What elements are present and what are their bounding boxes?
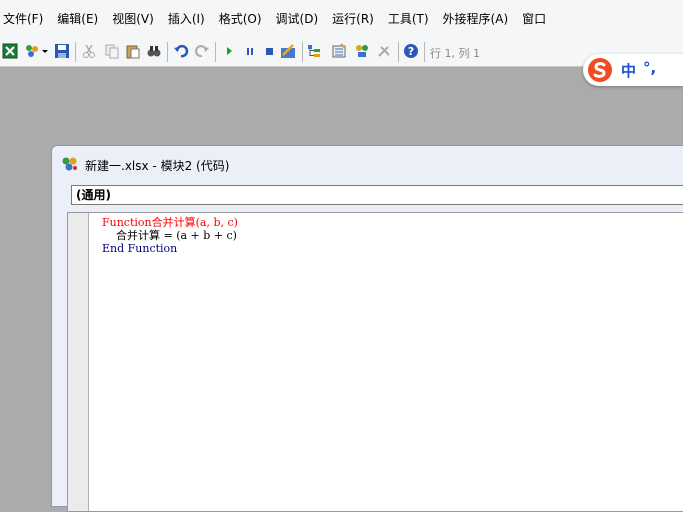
menu-tools[interactable]: 工具(T) <box>381 0 436 38</box>
ime-punct-label[interactable]: °, <box>643 59 656 77</box>
menu-bar: 文件(F) 编辑(E) 视图(V) 插入(I) 格式(O) 调试(D) 运行(R… <box>0 0 683 38</box>
menu-format[interactable]: 格式(O) <box>212 0 269 38</box>
function-keyword: Function <box>102 216 152 229</box>
undo-icon[interactable] <box>173 43 189 59</box>
toolbox-icon[interactable] <box>376 43 392 59</box>
ime-status-bar[interactable]: 中 °, <box>583 54 683 86</box>
cursor-position-label: 行 1, 列 1 <box>430 47 480 60</box>
object-browser-icon[interactable] <box>354 43 370 59</box>
code-line-2: 合并计算 = (a + b + c) <box>102 229 237 242</box>
properties-icon[interactable] <box>331 43 347 59</box>
menu-addins[interactable]: 外接程序(A) <box>436 0 516 38</box>
svg-text:?: ? <box>408 45 414 58</box>
menu-window[interactable]: 窗口 <box>515 0 553 38</box>
redo-icon[interactable] <box>194 43 210 59</box>
menu-file[interactable]: 文件(F) <box>0 0 50 38</box>
reset-icon[interactable] <box>262 43 278 59</box>
dropdown-arrow-icon[interactable] <box>40 43 50 59</box>
code-text[interactable]: Function合并计算(a, b, c) 合并计算 = (a + b + c)… <box>102 216 238 255</box>
copy-icon[interactable] <box>104 43 120 59</box>
code-line-3: End Function <box>102 242 178 255</box>
object-dropdown[interactable]: (通用) <box>71 185 683 205</box>
code-line-1: Function合并计算(a, b, c) <box>102 216 238 229</box>
vba-module-icon <box>61 156 79 172</box>
menu-insert[interactable]: 插入(I) <box>161 0 212 38</box>
save-icon[interactable] <box>54 43 70 59</box>
excel-icon[interactable] <box>2 43 18 59</box>
ime-mode-label[interactable]: 中 <box>621 60 636 81</box>
code-editor[interactable]: Function合并计算(a, b, c) 合并计算 = (a + b + c)… <box>67 212 683 512</box>
function-signature: 合并计算(a, b, c) <box>151 216 238 229</box>
menu-view[interactable]: 视图(V) <box>105 0 161 38</box>
run-icon[interactable] <box>221 43 237 59</box>
margin-indicator-bar[interactable] <box>68 213 89 511</box>
insert-module-icon[interactable] <box>24 43 40 59</box>
menu-debug[interactable]: 调试(D) <box>269 0 326 38</box>
sogou-logo-icon <box>587 57 613 83</box>
help-icon[interactable]: ? <box>403 43 419 59</box>
find-icon[interactable] <box>146 43 162 59</box>
paste-icon[interactable] <box>125 43 141 59</box>
cut-icon[interactable] <box>81 43 97 59</box>
design-mode-icon[interactable] <box>280 43 296 59</box>
project-explorer-icon[interactable] <box>306 43 322 59</box>
code-window: 新建一.xlsx - 模块2 (代码) (通用) Function合并计算(a,… <box>51 145 683 512</box>
standard-toolbar: ? 行 1, 列 1 <box>0 38 683 67</box>
code-window-titlebar[interactable]: 新建一.xlsx - 模块2 (代码) <box>52 146 683 182</box>
menu-run[interactable]: 运行(R) <box>325 0 381 38</box>
code-window-title: 新建一.xlsx - 模块2 (代码) <box>85 159 230 173</box>
break-icon[interactable] <box>242 43 258 59</box>
menu-edit[interactable]: 编辑(E) <box>50 0 105 38</box>
